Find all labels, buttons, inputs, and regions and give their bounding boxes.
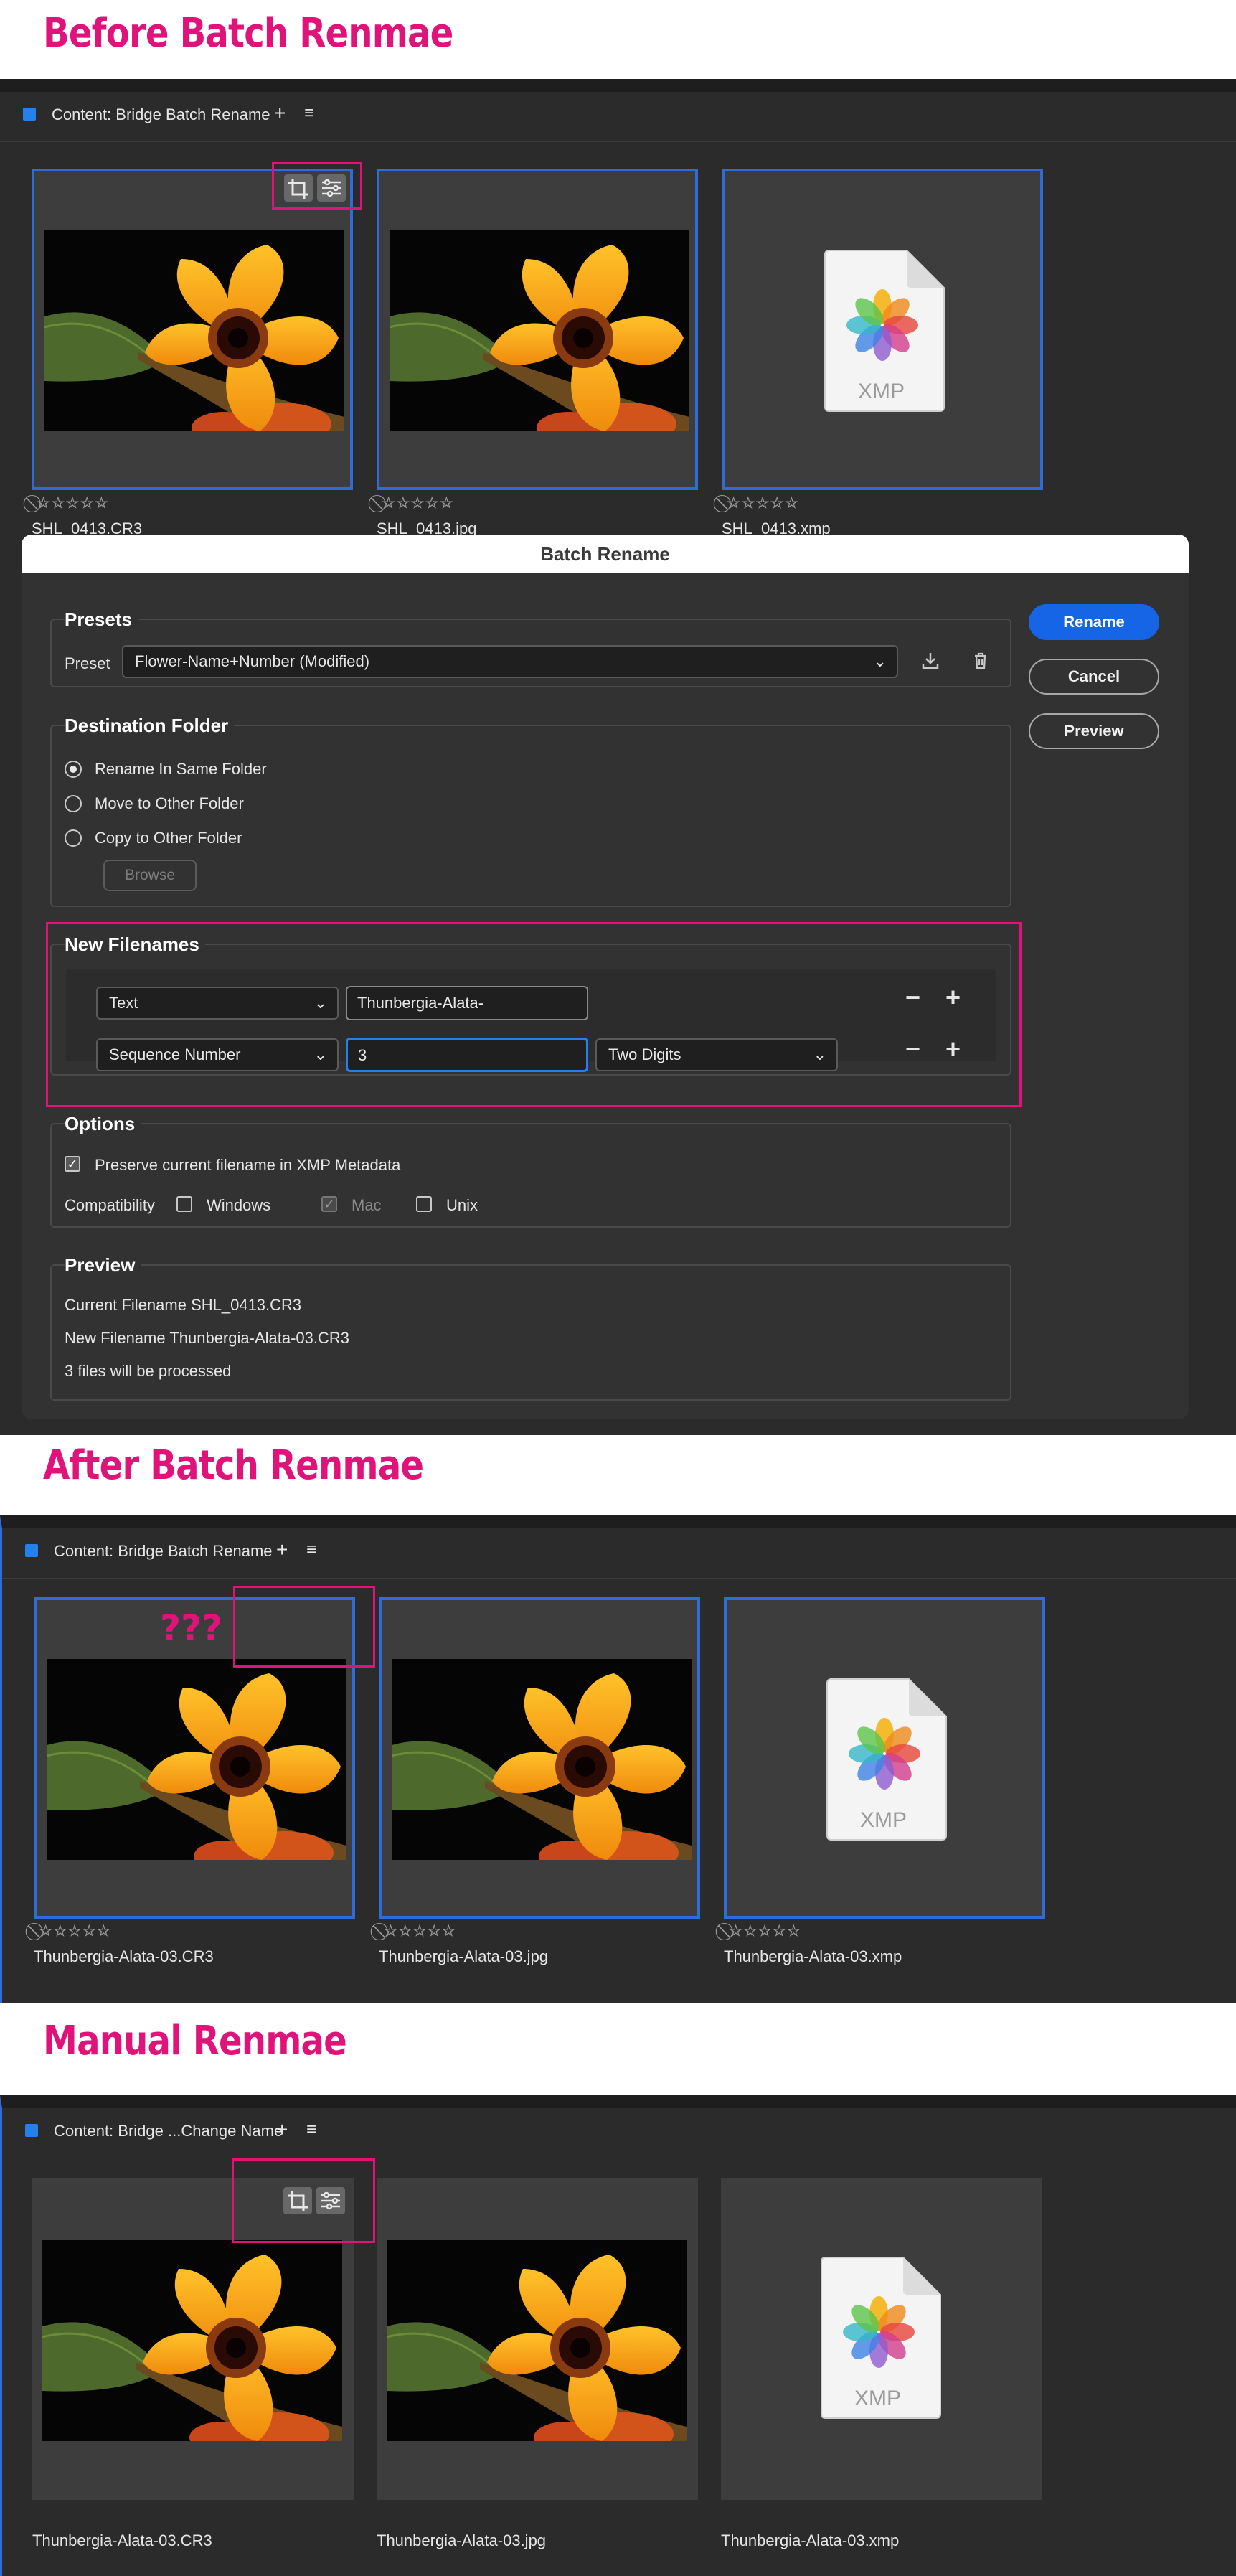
panel-color-icon	[25, 1544, 38, 1557]
cancel-button[interactable]: Cancel	[1029, 659, 1159, 695]
radio-move-folder-label[interactable]: Move to Other Folder	[95, 794, 244, 813]
presets-group: Presets Preset Flower-Name+Number (Modif…	[50, 608, 1011, 687]
files-count-text: 3 files will be processed	[65, 1362, 232, 1380]
rating-stars[interactable]: ⃠☆☆☆☆☆	[383, 1922, 456, 1942]
thumbnail-xmp[interactable]: XMP	[722, 169, 1043, 490]
xmp-label: XMP	[860, 1808, 907, 1832]
flower-photo	[44, 230, 344, 431]
tab-bar: Content: Bridge ...Change Name + ≡	[2, 2108, 1236, 2158]
panel-color-icon	[25, 2124, 38, 2137]
preview-title: Preview	[65, 1254, 141, 1277]
thumbnail-xmp[interactable]: XMP	[721, 2178, 1042, 2500]
heading-manual: Manual Renmae	[43, 2018, 347, 2064]
highlight-new-filenames-box	[46, 922, 1022, 1107]
rating-stars[interactable]: ⃠☆☆☆☆☆	[38, 1922, 111, 1942]
panel-menu-icon[interactable]: ≡	[304, 103, 314, 123]
add-tab-icon[interactable]: +	[274, 102, 286, 125]
preset-dropdown[interactable]: Flower-Name+Number (Modified) ⌄	[122, 645, 898, 678]
highlight-badges-box	[272, 162, 362, 210]
heading-after: After Batch Renmae	[43, 1442, 424, 1489]
tab-title[interactable]: Content: Bridge Batch Rename	[54, 1542, 273, 1561]
batch-rename-dialog: Batch Rename Presets Preset Flower-Name+…	[22, 535, 1189, 1419]
options-group: Options ✓ Preserve current filename in X…	[50, 1113, 1011, 1228]
windows-label[interactable]: Windows	[207, 1196, 270, 1215]
preserve-checkbox[interactable]: ✓	[65, 1156, 80, 1172]
flower-photo	[387, 2240, 687, 2441]
radio-copy-folder-label[interactable]: Copy to Other Folder	[95, 829, 242, 847]
add-tab-icon[interactable]: +	[276, 1538, 288, 1561]
panel-menu-icon[interactable]: ≡	[306, 1540, 316, 1560]
filename-label[interactable]: Thunbergia-Alata-03.xmp	[724, 1947, 902, 1966]
content-panel-after: Content: Bridge Batch Rename + ≡ ??? XMP…	[0, 1515, 1236, 2003]
rating-stars[interactable]: ⃠☆☆☆☆☆	[381, 494, 454, 514]
heading-before: Before Batch Renmae	[43, 10, 453, 57]
mac-label: Mac	[352, 1196, 382, 1214]
chevron-down-icon: ⌄	[873, 652, 887, 670]
preset-label: Preset	[65, 654, 110, 672]
mac-checkbox: ✓	[321, 1196, 337, 1212]
thumbnail-jpg[interactable]	[377, 2178, 698, 2500]
preview-button[interactable]: Preview	[1029, 713, 1159, 749]
current-filename-text: Current Filename SHL_0413.CR3	[65, 1296, 302, 1314]
filename-label[interactable]: Thunbergia-Alata-03.CR3	[32, 2532, 212, 2550]
destination-group: Destination Folder Rename In Same Folder…	[50, 715, 1011, 907]
delete-preset-icon[interactable]	[970, 650, 991, 675]
preview-group: Preview Current Filename SHL_0413.CR3 Ne…	[50, 1254, 1011, 1401]
radio-move-folder[interactable]	[65, 795, 82, 812]
rename-button[interactable]: Rename	[1029, 604, 1159, 640]
unix-label[interactable]: Unix	[446, 1196, 478, 1215]
filename-label[interactable]: Thunbergia-Alata-03.jpg	[377, 2532, 546, 2550]
preset-value: Flower-Name+Number (Modified)	[135, 652, 370, 670]
flower-photo	[390, 230, 689, 431]
thumbnail-jpg[interactable]	[377, 169, 698, 490]
panel-color-icon	[23, 108, 36, 121]
thumbnail-cr3[interactable]	[32, 169, 353, 490]
panel-menu-icon[interactable]: ≡	[306, 2120, 316, 2140]
add-tab-icon[interactable]: +	[276, 2118, 288, 2141]
question-annotation: ???	[160, 1607, 223, 1649]
browse-button[interactable]: Browse	[103, 860, 197, 891]
tab-bar: Content: Bridge Batch Rename + ≡	[2, 1528, 1236, 1579]
rating-stars[interactable]: ⃠☆☆☆☆☆	[726, 494, 799, 514]
compatibility-label: Compatibility	[65, 1196, 155, 1214]
rating-stars[interactable]: ⃠☆☆☆☆☆	[36, 494, 109, 514]
highlight-missing-badges-box	[233, 1586, 375, 1668]
presets-title: Presets	[65, 608, 138, 631]
filename-label[interactable]: Thunbergia-Alata-03.xmp	[721, 2532, 899, 2550]
unix-checkbox[interactable]	[416, 1196, 432, 1212]
xmp-label: XMP	[854, 2387, 902, 2410]
flower-photo	[42, 2240, 342, 2441]
options-title: Options	[65, 1113, 141, 1135]
radio-same-folder[interactable]	[65, 761, 82, 778]
tab-bar: Content: Bridge Batch Rename + ≡	[0, 92, 1236, 142]
radio-same-folder-label[interactable]: Rename In Same Folder	[95, 760, 267, 779]
tab-title[interactable]: Content: Bridge Batch Rename	[52, 105, 270, 124]
highlight-badges-box	[232, 2158, 375, 2243]
rating-stars[interactable]: ⃠☆☆☆☆☆	[728, 1922, 801, 1942]
preserve-label[interactable]: Preserve current filename in XMP Metadat…	[95, 1156, 400, 1175]
dialog-title: Batch Rename	[22, 535, 1189, 573]
destination-title: Destination Folder	[65, 715, 235, 737]
thumbnail-jpg[interactable]	[379, 1597, 700, 1919]
xmp-label: XMP	[858, 380, 905, 403]
flower-photo	[47, 1659, 346, 1860]
content-panel-manual: Content: Bridge ...Change Name + ≡ XMP T…	[0, 2095, 1236, 2576]
flower-photo	[392, 1659, 692, 1860]
filename-label[interactable]: Thunbergia-Alata-03.jpg	[379, 1947, 548, 1966]
thumbnail-xmp[interactable]: XMP	[724, 1597, 1045, 1919]
filename-label[interactable]: Thunbergia-Alata-03.CR3	[34, 1947, 214, 1966]
save-preset-icon[interactable]	[920, 650, 941, 675]
radio-copy-folder[interactable]	[65, 829, 82, 847]
tab-title[interactable]: Content: Bridge ...Change Name	[54, 2122, 283, 2140]
windows-checkbox[interactable]	[176, 1196, 192, 1212]
new-filename-text: New Filename Thunbergia-Alata-03.CR3	[65, 1329, 350, 1347]
